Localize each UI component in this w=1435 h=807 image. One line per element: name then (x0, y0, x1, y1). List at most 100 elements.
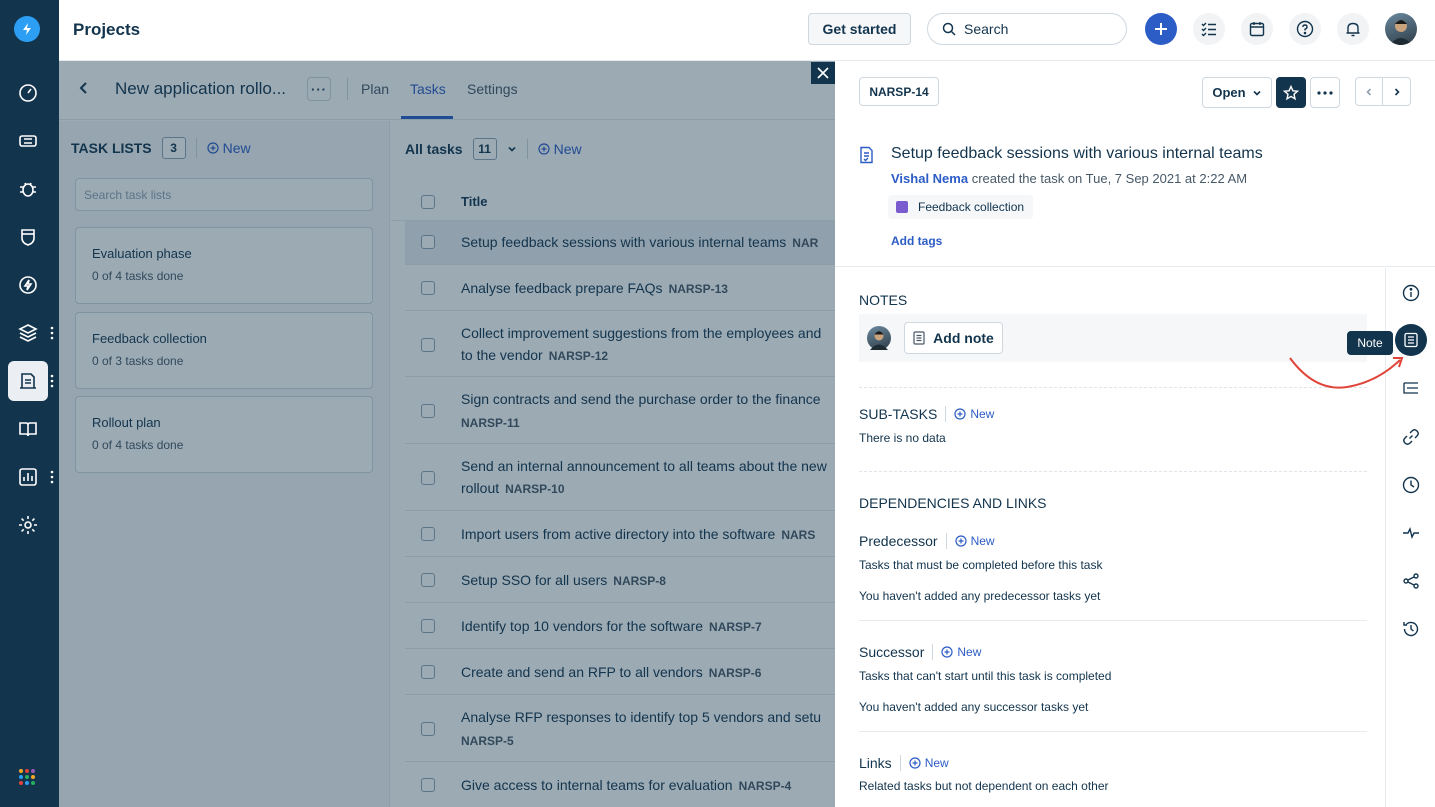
predecessor-empty: You haven't added any predecessor tasks … (859, 589, 1101, 603)
help-button[interactable] (1289, 13, 1321, 45)
new-label: New (970, 534, 995, 548)
get-started-button[interactable]: Get started (808, 13, 911, 45)
status-dropdown[interactable]: Open (1202, 77, 1272, 108)
more-horizontal-icon (1317, 90, 1333, 95)
star-button[interactable] (1276, 77, 1306, 108)
share-icon[interactable] (1399, 569, 1423, 593)
checklist-icon (1201, 22, 1216, 37)
close-icon (817, 67, 829, 79)
sidebar-expand-button[interactable] (49, 48, 59, 63)
successor-desc: Tasks that can't start until this task i… (859, 669, 1112, 683)
app-sidebar (0, 0, 59, 807)
links-desc: Related tasks but not dependent on each … (859, 779, 1109, 793)
tickets-icon[interactable] (8, 121, 48, 161)
plus-circle-icon (954, 535, 967, 547)
new-link-button[interactable]: New (909, 756, 949, 770)
task-title[interactable]: Setup feedback sessions with various int… (891, 145, 1263, 163)
page-title: Projects (73, 20, 141, 39)
more-dots-icon[interactable] (50, 374, 54, 391)
predecessor-desc: Tasks that must be completed before this… (859, 558, 1103, 572)
top-bar: Projects Get started Search (59, 0, 1435, 61)
settings-gear-icon[interactable] (8, 505, 48, 545)
predecessor-header: Predecessor New (859, 533, 995, 549)
links-title: Links (859, 755, 892, 771)
detail-header: NARSP-14 Open (835, 61, 1435, 125)
subtasks-header: SUB-TASKS New (859, 406, 994, 422)
divider (945, 533, 947, 549)
successor-empty: You haven't added any successor tasks ye… (859, 700, 1089, 714)
app-switcher-icon[interactable] (18, 768, 36, 786)
notifications-button[interactable] (1337, 13, 1369, 45)
layers-icon[interactable] (8, 313, 48, 353)
links-header: Links New (859, 755, 949, 771)
bell-icon (1346, 22, 1360, 37)
user-avatar[interactable] (1385, 13, 1417, 45)
create-new-button[interactable] (1145, 13, 1177, 45)
calendar-icon (1249, 22, 1265, 37)
task-list-chip[interactable]: Feedback collection (888, 195, 1034, 219)
next-task-button[interactable] (1382, 77, 1411, 106)
divider (859, 731, 1367, 732)
bug-icon[interactable] (8, 169, 48, 209)
activity-icon[interactable] (1399, 521, 1423, 545)
lightning-icon[interactable] (8, 265, 48, 305)
subtasks-empty: There is no data (859, 431, 946, 445)
close-panel-button[interactable] (811, 62, 835, 84)
add-note-button[interactable]: Add note (904, 322, 1003, 354)
predecessor-title: Predecessor (859, 533, 938, 549)
chevron-down-icon (1253, 90, 1261, 96)
plus-icon (1155, 23, 1167, 35)
plus-circle-icon (909, 757, 921, 769)
divider (859, 471, 1367, 472)
divider (932, 644, 934, 660)
previous-task-button[interactable] (1355, 77, 1383, 106)
search-input[interactable]: Search (927, 13, 1127, 45)
divider (899, 755, 901, 771)
help-icon (1296, 20, 1314, 38)
divider (945, 406, 947, 422)
annotation-arrow (1289, 357, 1404, 389)
new-subtask-button[interactable]: New (954, 407, 994, 421)
projects-icon[interactable] (8, 361, 48, 401)
search-icon (942, 22, 956, 36)
calendar-button[interactable] (1241, 13, 1273, 45)
task-detail-panel: NARSP-14 Open Setup feedback sessions wi… (835, 61, 1435, 807)
plus-circle-icon (954, 408, 966, 420)
dependencies-title: DEPENDENCIES AND LINKS (859, 495, 1047, 511)
star-icon (1283, 84, 1299, 100)
search-placeholder: Search (964, 21, 1009, 37)
created-by: Vishal Nema created the task on Tue, 7 S… (891, 171, 1247, 186)
subtasks-title: SUB-TASKS (859, 406, 938, 422)
new-label: New (970, 407, 995, 421)
new-label: New (957, 645, 982, 659)
dashboard-icon[interactable] (8, 73, 48, 113)
note-icon (913, 331, 925, 345)
task-icon (859, 146, 875, 167)
more-options-button[interactable] (1310, 77, 1340, 108)
created-text: created the task on Tue, 7 Sep 2021 at 2… (971, 171, 1248, 186)
book-icon[interactable] (8, 409, 48, 449)
app-logo-icon[interactable] (14, 16, 40, 42)
todo-list-button[interactable] (1193, 13, 1225, 45)
reports-icon[interactable] (8, 457, 48, 497)
detail-body: NOTES Add note SUB-TASKS New There is no… (835, 268, 1385, 807)
history-icon[interactable] (1399, 617, 1423, 641)
chevron-right-icon (1394, 87, 1400, 96)
task-summary: Setup feedback sessions with various int… (835, 125, 1435, 267)
divider (859, 620, 1367, 621)
modal-backdrop[interactable] (59, 61, 835, 807)
link-icon[interactable] (1399, 425, 1423, 449)
new-predecessor-button[interactable]: New (954, 534, 995, 548)
new-successor-button[interactable]: New (941, 645, 981, 659)
creator-link[interactable]: Vishal Nema (891, 171, 968, 186)
successor-title: Successor (859, 644, 925, 660)
more-dots-icon[interactable] (50, 470, 54, 487)
clock-icon[interactable] (1399, 473, 1423, 497)
successor-header: Successor New (859, 644, 981, 660)
more-dots-icon[interactable] (50, 326, 54, 343)
plus-circle-icon (941, 646, 953, 658)
info-icon[interactable] (1399, 281, 1423, 305)
add-tags-link[interactable]: Add tags (891, 234, 942, 248)
add-note-label: Add note (933, 330, 994, 346)
shield-icon[interactable] (8, 217, 48, 257)
